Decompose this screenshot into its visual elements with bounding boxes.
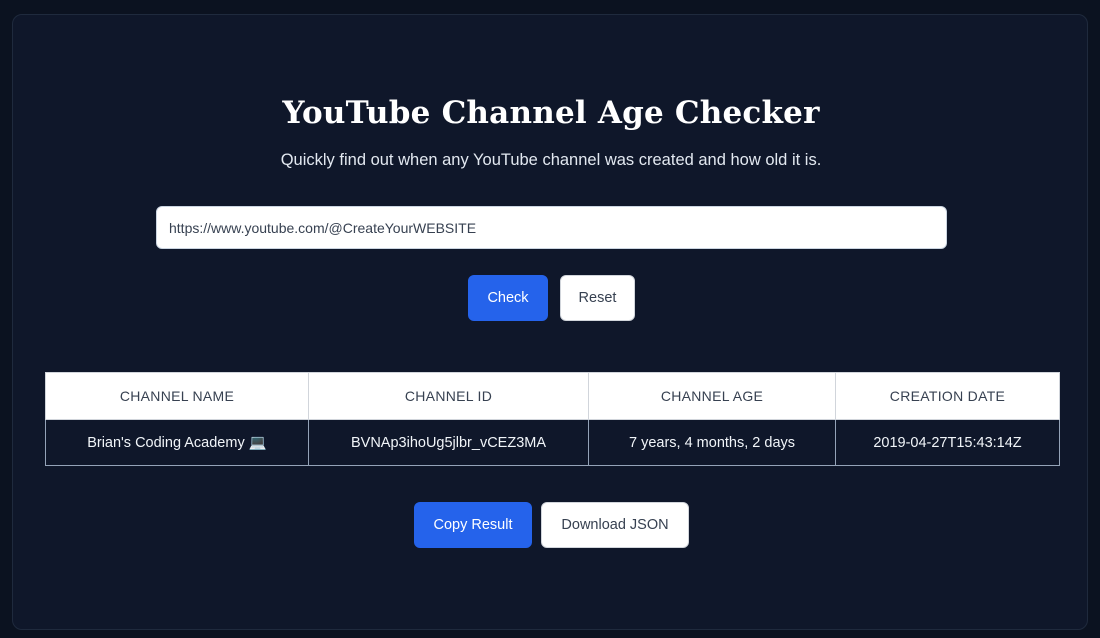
page-subtitle: Quickly find out when any YouTube channe…: [280, 151, 822, 169]
cell-creation-date: 2019-04-27T15:43:14Z: [835, 419, 1060, 466]
cell-channel-name: Brian's Coding Academy 💻: [45, 419, 309, 466]
results-table: CHANNEL NAME CHANNEL ID CHANNEL AGE CREA…: [45, 372, 1060, 466]
column-header-creation-date: CREATION DATE: [835, 372, 1060, 420]
channel-url-input[interactable]: [156, 206, 947, 249]
column-header-channel-id: CHANNEL ID: [308, 372, 589, 420]
table-row: Brian's Coding Academy 💻 BVNAp3ihoUg5jlb…: [45, 419, 1060, 466]
reset-button[interactable]: Reset: [560, 275, 635, 321]
cell-channel-id: BVNAp3ihoUg5jlbr_vCEZ3MA: [308, 419, 589, 466]
cell-channel-age: 7 years, 4 months, 2 days: [588, 419, 836, 466]
checker-card: YouTube Channel Age Checker Quickly find…: [12, 14, 1088, 630]
column-header-channel-name: CHANNEL NAME: [45, 372, 309, 420]
table-header-row: CHANNEL NAME CHANNEL ID CHANNEL AGE CREA…: [45, 372, 1060, 420]
page-title: YouTube Channel Age Checker: [282, 95, 820, 131]
check-button[interactable]: Check: [468, 275, 548, 321]
download-json-button[interactable]: Download JSON: [541, 502, 689, 548]
copy-result-button[interactable]: Copy Result: [414, 502, 532, 548]
column-header-channel-age: CHANNEL AGE: [588, 372, 836, 420]
